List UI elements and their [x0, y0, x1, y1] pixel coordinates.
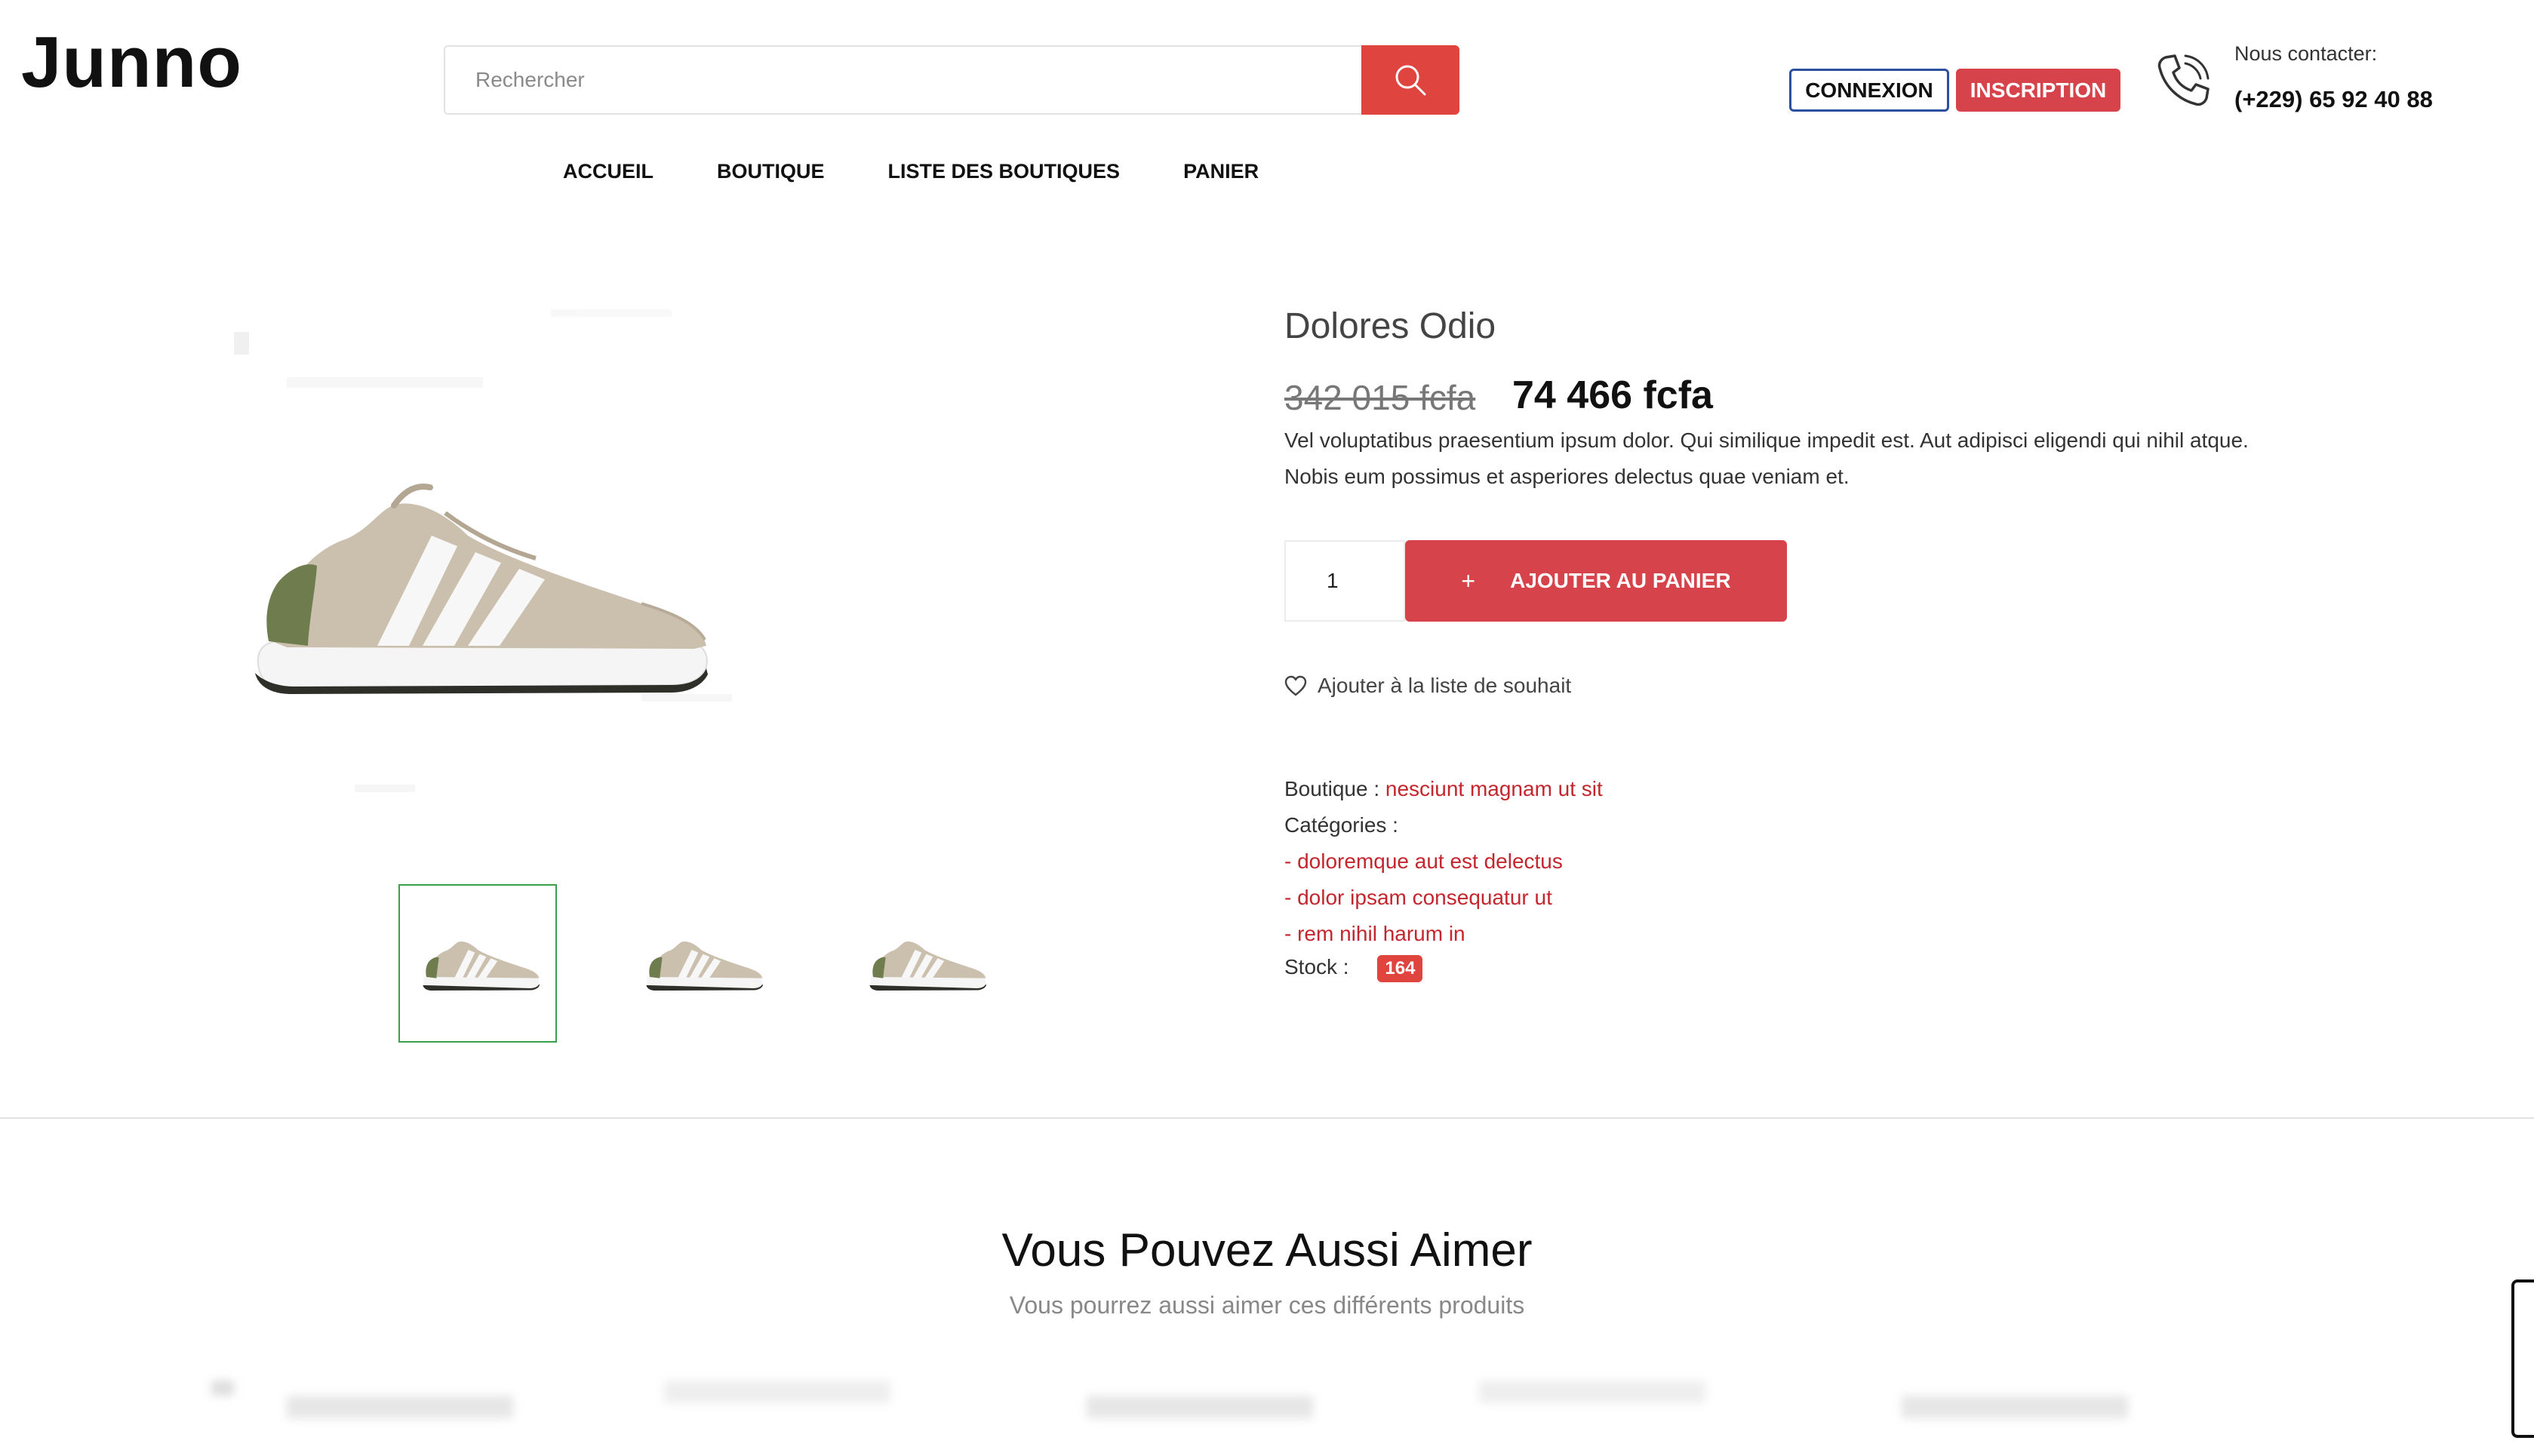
old-price: 342 015 fcfa: [1284, 378, 1476, 417]
login-button[interactable]: CONNEXION: [1789, 69, 1949, 112]
stock-row: Stock : 164: [1284, 955, 1423, 982]
search-icon: [1395, 65, 1426, 96]
thumbnail-3[interactable]: [845, 884, 1004, 1043]
related-title: Vous Pouvez Aussi Aimer: [1001, 1224, 1533, 1276]
shop-label: Boutique :: [1284, 777, 1380, 800]
contact-label: Nous contacter:: [2234, 42, 2378, 65]
thumbnail-gallery: [398, 884, 1004, 1043]
nav-item-boutique[interactable]: BOUTIQUE: [717, 160, 825, 183]
category-2[interactable]: - dolor ipsam consequatur ut: [1284, 886, 1552, 909]
section-divider: [0, 1117, 2534, 1119]
category-link[interactable]: - dolor ipsam consequatur ut: [1284, 886, 1552, 910]
search-input[interactable]: [445, 47, 1363, 113]
shop-link[interactable]: nesciunt magnam ut sit: [1385, 777, 1603, 800]
product-title: Dolores Odio: [1284, 306, 1496, 346]
shop-row: Boutique : nesciunt magnam ut sit: [1284, 777, 1603, 801]
quantity-input[interactable]: 1: [1284, 540, 1405, 622]
wishlist-link[interactable]: Ajouter à la liste de souhait: [1284, 674, 1571, 698]
stock-label: Stock :: [1284, 955, 1349, 978]
thumbnail-image: [423, 941, 540, 991]
main-nav: ACCUEIL BOUTIQUE LISTE DES BOUTIQUES PAN…: [563, 160, 1322, 183]
category-3[interactable]: - rem nihil harum in: [1284, 922, 1465, 945]
search-bar: [444, 45, 1459, 115]
add-to-cart-button[interactable]: + AJOUTER AU PANIER: [1405, 540, 1787, 622]
product-main-image[interactable]: [219, 287, 1049, 860]
stock-badge: 164: [1377, 955, 1423, 982]
category-link[interactable]: - rem nihil harum in: [1284, 922, 1465, 946]
related-products-preview: [211, 1381, 2128, 1418]
thumbnail-1[interactable]: [398, 884, 557, 1043]
contact-phone[interactable]: (+229) 65 92 40 88: [2234, 86, 2433, 113]
thumbnail-image: [869, 941, 986, 991]
heart-icon: [1284, 675, 1307, 696]
logo[interactable]: Junno: [21, 21, 242, 104]
nav-item-panier[interactable]: PANIER: [1183, 160, 1259, 183]
thumbnail-2[interactable]: [622, 884, 780, 1043]
related-subtitle: Vous pourrez aussi aimer ces différents …: [1009, 1292, 1525, 1319]
signup-button[interactable]: INSCRIPTION: [1956, 69, 2120, 112]
thumbnail-image: [646, 941, 763, 991]
nav-item-accueil[interactable]: ACCUEIL: [563, 160, 653, 183]
categories-label: Catégories :: [1284, 813, 1398, 837]
category-link[interactable]: - doloremque aut est delectus: [1284, 849, 1563, 874]
nav-item-liste-boutiques[interactable]: LISTE DES BOUTIQUES: [888, 160, 1121, 183]
side-panel-tab[interactable]: [2511, 1279, 2534, 1438]
wishlist-label: Ajouter à la liste de souhait: [1318, 674, 1572, 697]
product-description: Vel voluptatibus praesentium ipsum dolor…: [1284, 429, 2249, 488]
plus-icon: +: [1461, 567, 1476, 594]
new-price: 74 466 fcfa: [1512, 373, 1713, 417]
phone-icon: [2157, 54, 2210, 106]
category-1[interactable]: - doloremque aut est delectus: [1284, 849, 1563, 873]
search-button[interactable]: [1361, 45, 1459, 115]
add-to-cart-label: AJOUTER AU PANIER: [1510, 569, 1731, 592]
